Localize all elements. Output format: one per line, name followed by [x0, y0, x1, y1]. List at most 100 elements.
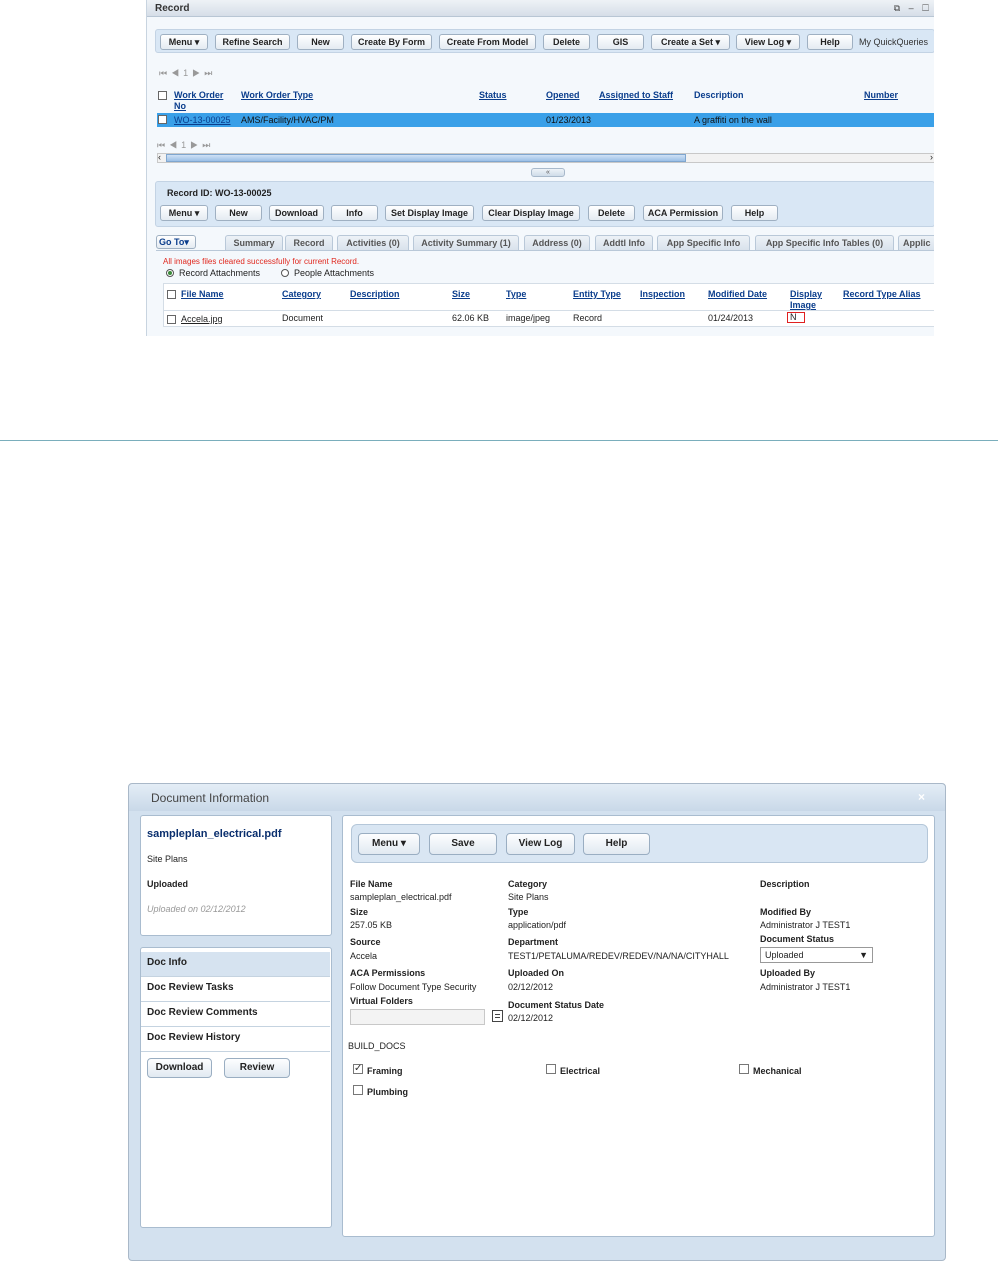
close-icon[interactable]: × [918, 790, 925, 804]
help-button[interactable]: Help [583, 833, 650, 855]
review-button[interactable]: Review [224, 1058, 290, 1078]
col-file-name[interactable]: File Name [181, 289, 224, 300]
tab-activity-summary[interactable]: Activity Summary (1) [413, 235, 519, 250]
row-work-order-no-link[interactable]: WO-13-00025 [174, 115, 231, 125]
last-page-icon[interactable]: ⏭ [202, 140, 214, 150]
create-from-model-button[interactable]: Create From Model [439, 34, 536, 50]
detail-help-button[interactable]: Help [731, 205, 778, 221]
detail-menu-button[interactable]: Menu ▾ [160, 205, 208, 221]
last-page-icon[interactable]: ⏭ [204, 68, 216, 78]
electrical-checkbox[interactable] [546, 1064, 556, 1074]
col-opened[interactable]: Opened [546, 90, 580, 101]
view-log-button[interactable]: View Log [506, 833, 575, 855]
view-log-button[interactable]: View Log ▾ [736, 34, 800, 50]
document-summary-panel: sampleplan_electrical.pdf Site Plans Upl… [140, 815, 332, 936]
col-status[interactable]: Status [479, 90, 507, 101]
nav-doc-review-tasks[interactable]: Doc Review Tasks [141, 977, 330, 1002]
col-entity-type[interactable]: Entity Type [573, 289, 621, 300]
quick-queries-link[interactable]: My QuickQueries [859, 37, 928, 47]
help-button[interactable]: Help [807, 34, 853, 50]
row-checkbox[interactable] [158, 115, 167, 124]
next-page-icon[interactable]: ▶ [190, 140, 202, 150]
tab-applic[interactable]: Applic [898, 235, 934, 250]
info-button[interactable]: Info [331, 205, 378, 221]
goto-dropdown[interactable]: Go To▾ [156, 235, 196, 249]
first-page-icon[interactable]: ⏮ [157, 140, 169, 150]
tab-activities[interactable]: Activities (0) [337, 235, 409, 250]
attachment-file-link[interactable]: Accela.jpg [181, 314, 223, 324]
col-category[interactable]: Category [282, 289, 321, 300]
tab-address[interactable]: Address (0) [524, 235, 590, 250]
plumbing-checkbox[interactable] [353, 1085, 363, 1095]
col-record-type-alias[interactable]: Record Type Alias [843, 289, 921, 300]
record-window-title: Record [147, 0, 934, 17]
clear-display-image-button[interactable]: Clear Display Image [482, 205, 580, 221]
col-assigned-to-staff[interactable]: Assigned to Staff [599, 90, 673, 101]
col-type[interactable]: Type [506, 289, 526, 300]
first-page-icon[interactable]: ⏮ [159, 68, 171, 78]
prev-page-icon[interactable]: ◀ [171, 68, 183, 78]
table-row[interactable]: WO-13-00025 AMS/Facility/HVAC/PM 01/23/2… [157, 113, 934, 127]
tab-summary[interactable]: Summary [225, 235, 283, 250]
detail-menu-button[interactable]: Menu ▾ [358, 833, 420, 855]
col-inspection[interactable]: Inspection [640, 289, 685, 300]
menu-button[interactable]: Menu ▾ [160, 34, 208, 50]
splitter-handle[interactable]: « [531, 168, 565, 177]
col-modified-date[interactable]: Modified Date [708, 289, 767, 300]
size-value: 257.05 KB [350, 920, 393, 930]
pager-top[interactable]: ⏮◀1▶⏭ [159, 68, 216, 79]
download-document-button[interactable]: Download [147, 1058, 212, 1078]
aca-permission-button[interactable]: ACA Permission [643, 205, 723, 221]
col-work-order-no[interactable]: Work Order No [174, 90, 223, 112]
col-display-image[interactable]: Display Image [790, 289, 822, 311]
col-number[interactable]: Number [864, 90, 898, 101]
select-all-checkbox[interactable] [158, 91, 167, 100]
nav-doc-review-comments[interactable]: Doc Review Comments [141, 1002, 330, 1027]
record-attachments-radio[interactable] [166, 269, 174, 277]
create-a-set-button[interactable]: Create a Set ▾ [651, 34, 730, 50]
detail-new-button[interactable]: New [215, 205, 262, 221]
new-record-button[interactable]: New [297, 34, 344, 50]
scroll-left-icon[interactable]: ‹ [158, 152, 161, 162]
window-controls-icon[interactable]: ⧉ – ☐ [894, 3, 932, 14]
prev-page-icon[interactable]: ◀ [169, 140, 181, 150]
tab-addtl-info[interactable]: Addtl Info [595, 235, 653, 250]
tab-content-border [156, 250, 934, 251]
scrollbar-thumb[interactable] [166, 154, 686, 162]
col-work-order-type[interactable]: Work Order Type [241, 90, 313, 101]
plumbing-label: Plumbing [367, 1087, 408, 1097]
framing-label: Framing [367, 1066, 403, 1076]
col-size[interactable]: Size [452, 289, 470, 300]
nav-doc-info[interactable]: Doc Info [141, 952, 330, 977]
mechanical-checkbox[interactable] [739, 1064, 749, 1074]
pager-bottom[interactable]: ⏮◀1▶⏭ [157, 140, 214, 151]
next-page-icon[interactable]: ▶ [192, 68, 204, 78]
gis-button[interactable]: GIS [597, 34, 644, 50]
virtual-folders-input[interactable] [350, 1009, 485, 1025]
attachment-row[interactable]: Accela.jpg Document 62.06 KB image/jpeg … [164, 311, 934, 326]
people-attachments-radio[interactable] [281, 269, 289, 277]
tab-app-specific-info[interactable]: App Specific Info [657, 235, 750, 250]
tab-app-specific-info-tables[interactable]: App Specific Info Tables (0) [755, 235, 894, 250]
delete-record-button[interactable]: Delete [543, 34, 590, 50]
download-button[interactable]: Download [269, 205, 324, 221]
tab-record[interactable]: Record [285, 235, 333, 250]
create-by-form-button[interactable]: Create By Form [351, 34, 432, 50]
col-att-description[interactable]: Description [350, 289, 400, 300]
nav-doc-review-history[interactable]: Doc Review History [141, 1027, 330, 1052]
mechanical-label: Mechanical [753, 1066, 802, 1076]
display-image-flag[interactable]: N [787, 312, 805, 323]
refine-search-button[interactable]: Refine Search [215, 34, 290, 50]
attachments-select-all-checkbox[interactable] [167, 290, 176, 299]
document-status-select[interactable]: Uploaded ▼ [760, 947, 873, 963]
scroll-right-icon[interactable]: › [930, 152, 933, 162]
set-display-image-button[interactable]: Set Display Image [385, 205, 474, 221]
detail-delete-button[interactable]: Delete [588, 205, 635, 221]
framing-checkbox[interactable]: ✓ [353, 1064, 363, 1074]
page-number: 1 [183, 68, 193, 78]
horizontal-scrollbar[interactable]: ‹ › [157, 152, 934, 163]
save-button[interactable]: Save [429, 833, 497, 855]
attachment-row-checkbox[interactable] [167, 315, 176, 324]
view-log-dropdown-icon: ▾ [786, 37, 792, 47]
folder-picker-icon[interactable] [492, 1010, 503, 1022]
